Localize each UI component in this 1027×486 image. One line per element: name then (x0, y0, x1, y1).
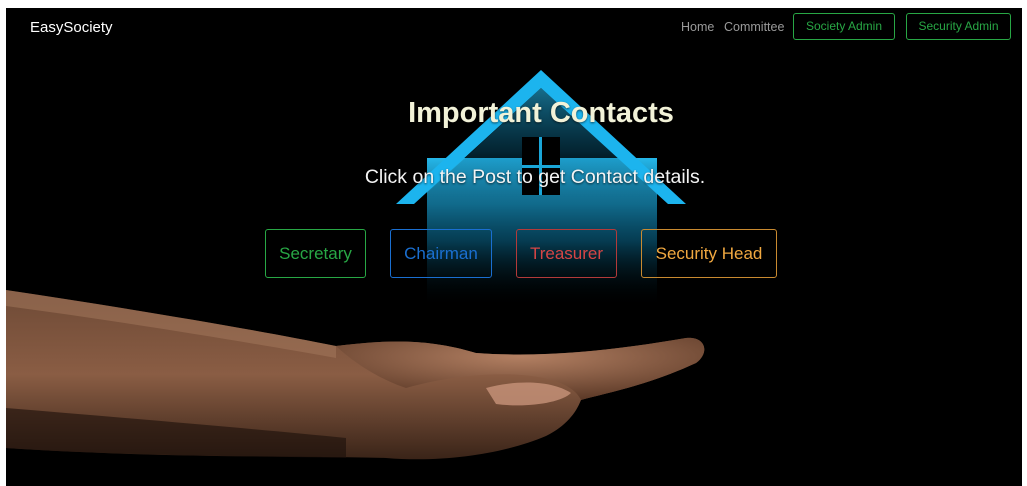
secretary-button[interactable]: Secretary (265, 229, 366, 278)
hero-background-image (6, 70, 705, 460)
society-admin-button[interactable]: Society Admin (793, 13, 895, 40)
page-frame: EasySociety Home Committee Society Admin… (6, 8, 1022, 486)
security-admin-button[interactable]: Security Admin (906, 13, 1011, 40)
nav-link-committee[interactable]: Committee (724, 20, 784, 34)
chairman-button[interactable]: Chairman (390, 229, 492, 278)
navbar: EasySociety Home Committee Society Admin… (6, 8, 1022, 48)
page-title: Important Contacts (408, 97, 674, 129)
hand-image (6, 290, 705, 460)
security-head-button[interactable]: Security Head (641, 229, 777, 278)
nav-link-home[interactable]: Home (681, 20, 714, 34)
treasurer-button[interactable]: Treasurer (516, 229, 617, 278)
page-subtitle: Click on the Post to get Contact details… (364, 166, 706, 188)
brand-link[interactable]: EasySociety (30, 19, 113, 36)
